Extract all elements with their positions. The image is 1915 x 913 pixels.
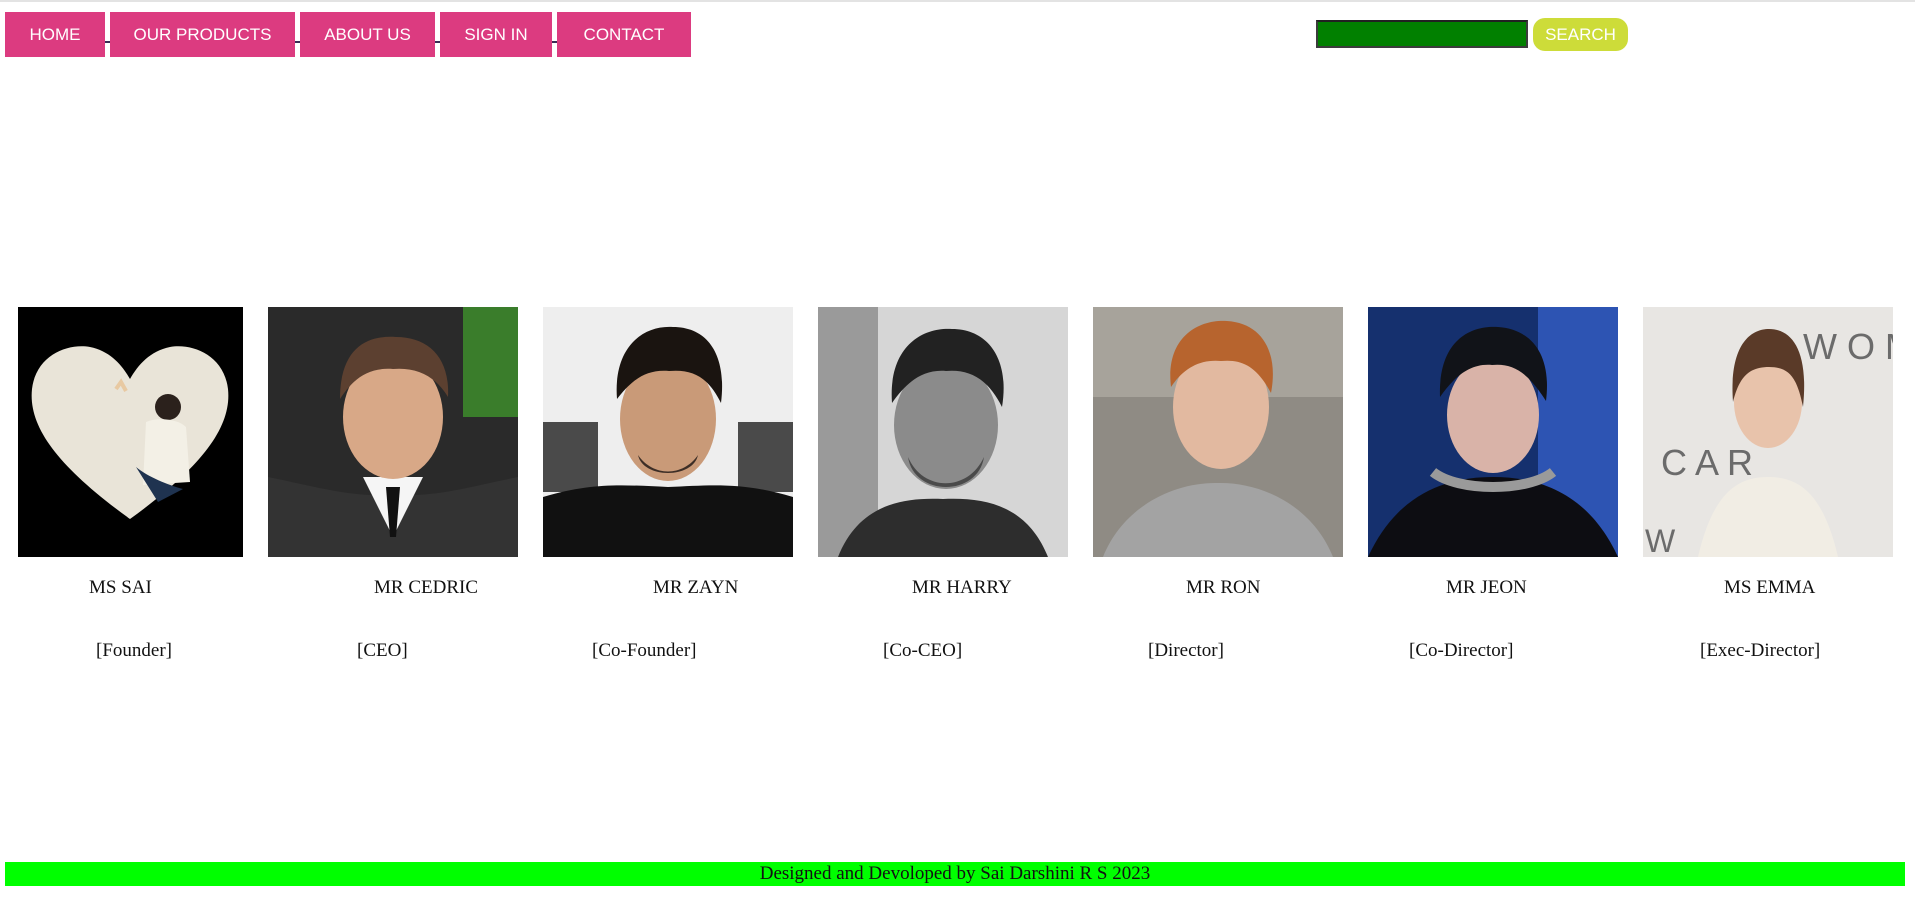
team-photo-jeon <box>1368 307 1618 557</box>
main-nav: HOME OUR PRODUCTS ABOUT US SIGN IN CONTA… <box>5 12 691 57</box>
team-photo-sai <box>18 307 243 557</box>
team-photo-cedric <box>268 307 518 557</box>
svg-text:W O M: W O M <box>1803 326 1893 367</box>
nav-contact-button[interactable]: CONTACT <box>557 12 691 57</box>
team-name-jeon: MR JEON <box>1446 577 1527 598</box>
team-role-zayn: [Co-Founder] <box>592 640 697 661</box>
team-name-sai: MS SAI <box>89 577 152 598</box>
team-role-harry: [Co-CEO] <box>883 640 963 661</box>
team-name-ron: MR RON <box>1186 577 1261 598</box>
team-role-cedric: [CEO] <box>357 640 408 661</box>
footer-credit: Designed and Devoloped by Sai Darshini R… <box>5 862 1905 886</box>
team-photo-emma: W O M C A R W <box>1643 307 1893 557</box>
team-role-jeon: [Co-Director] <box>1409 640 1514 661</box>
team-name-emma: MS EMMA <box>1724 577 1816 598</box>
search-input[interactable] <box>1316 20 1528 48</box>
nav-sign-in-button[interactable]: SIGN IN <box>440 12 552 57</box>
nav-our-products-button[interactable]: OUR PRODUCTS <box>110 12 295 57</box>
team-name-harry: MR HARRY <box>912 577 1012 598</box>
team-name-cedric: MR CEDRIC <box>374 577 478 598</box>
team-role-sai: [Founder] <box>96 640 172 661</box>
team-photo-zayn <box>543 307 793 557</box>
nav-about-us-button[interactable]: ABOUT US <box>300 12 435 57</box>
svg-text:W: W <box>1645 523 1676 557</box>
svg-text:C A R: C A R <box>1661 442 1753 483</box>
team-name-zayn: MR ZAYN <box>653 577 739 598</box>
search-button[interactable]: SEARCH <box>1533 18 1628 51</box>
team-photo-ron <box>1093 307 1343 557</box>
team-role-emma: [Exec-Director] <box>1700 640 1821 661</box>
team-role-ron: [Director] <box>1148 640 1224 661</box>
team-photo-harry <box>818 307 1068 557</box>
nav-home-button[interactable]: HOME <box>5 12 105 57</box>
top-border <box>0 0 1915 2</box>
